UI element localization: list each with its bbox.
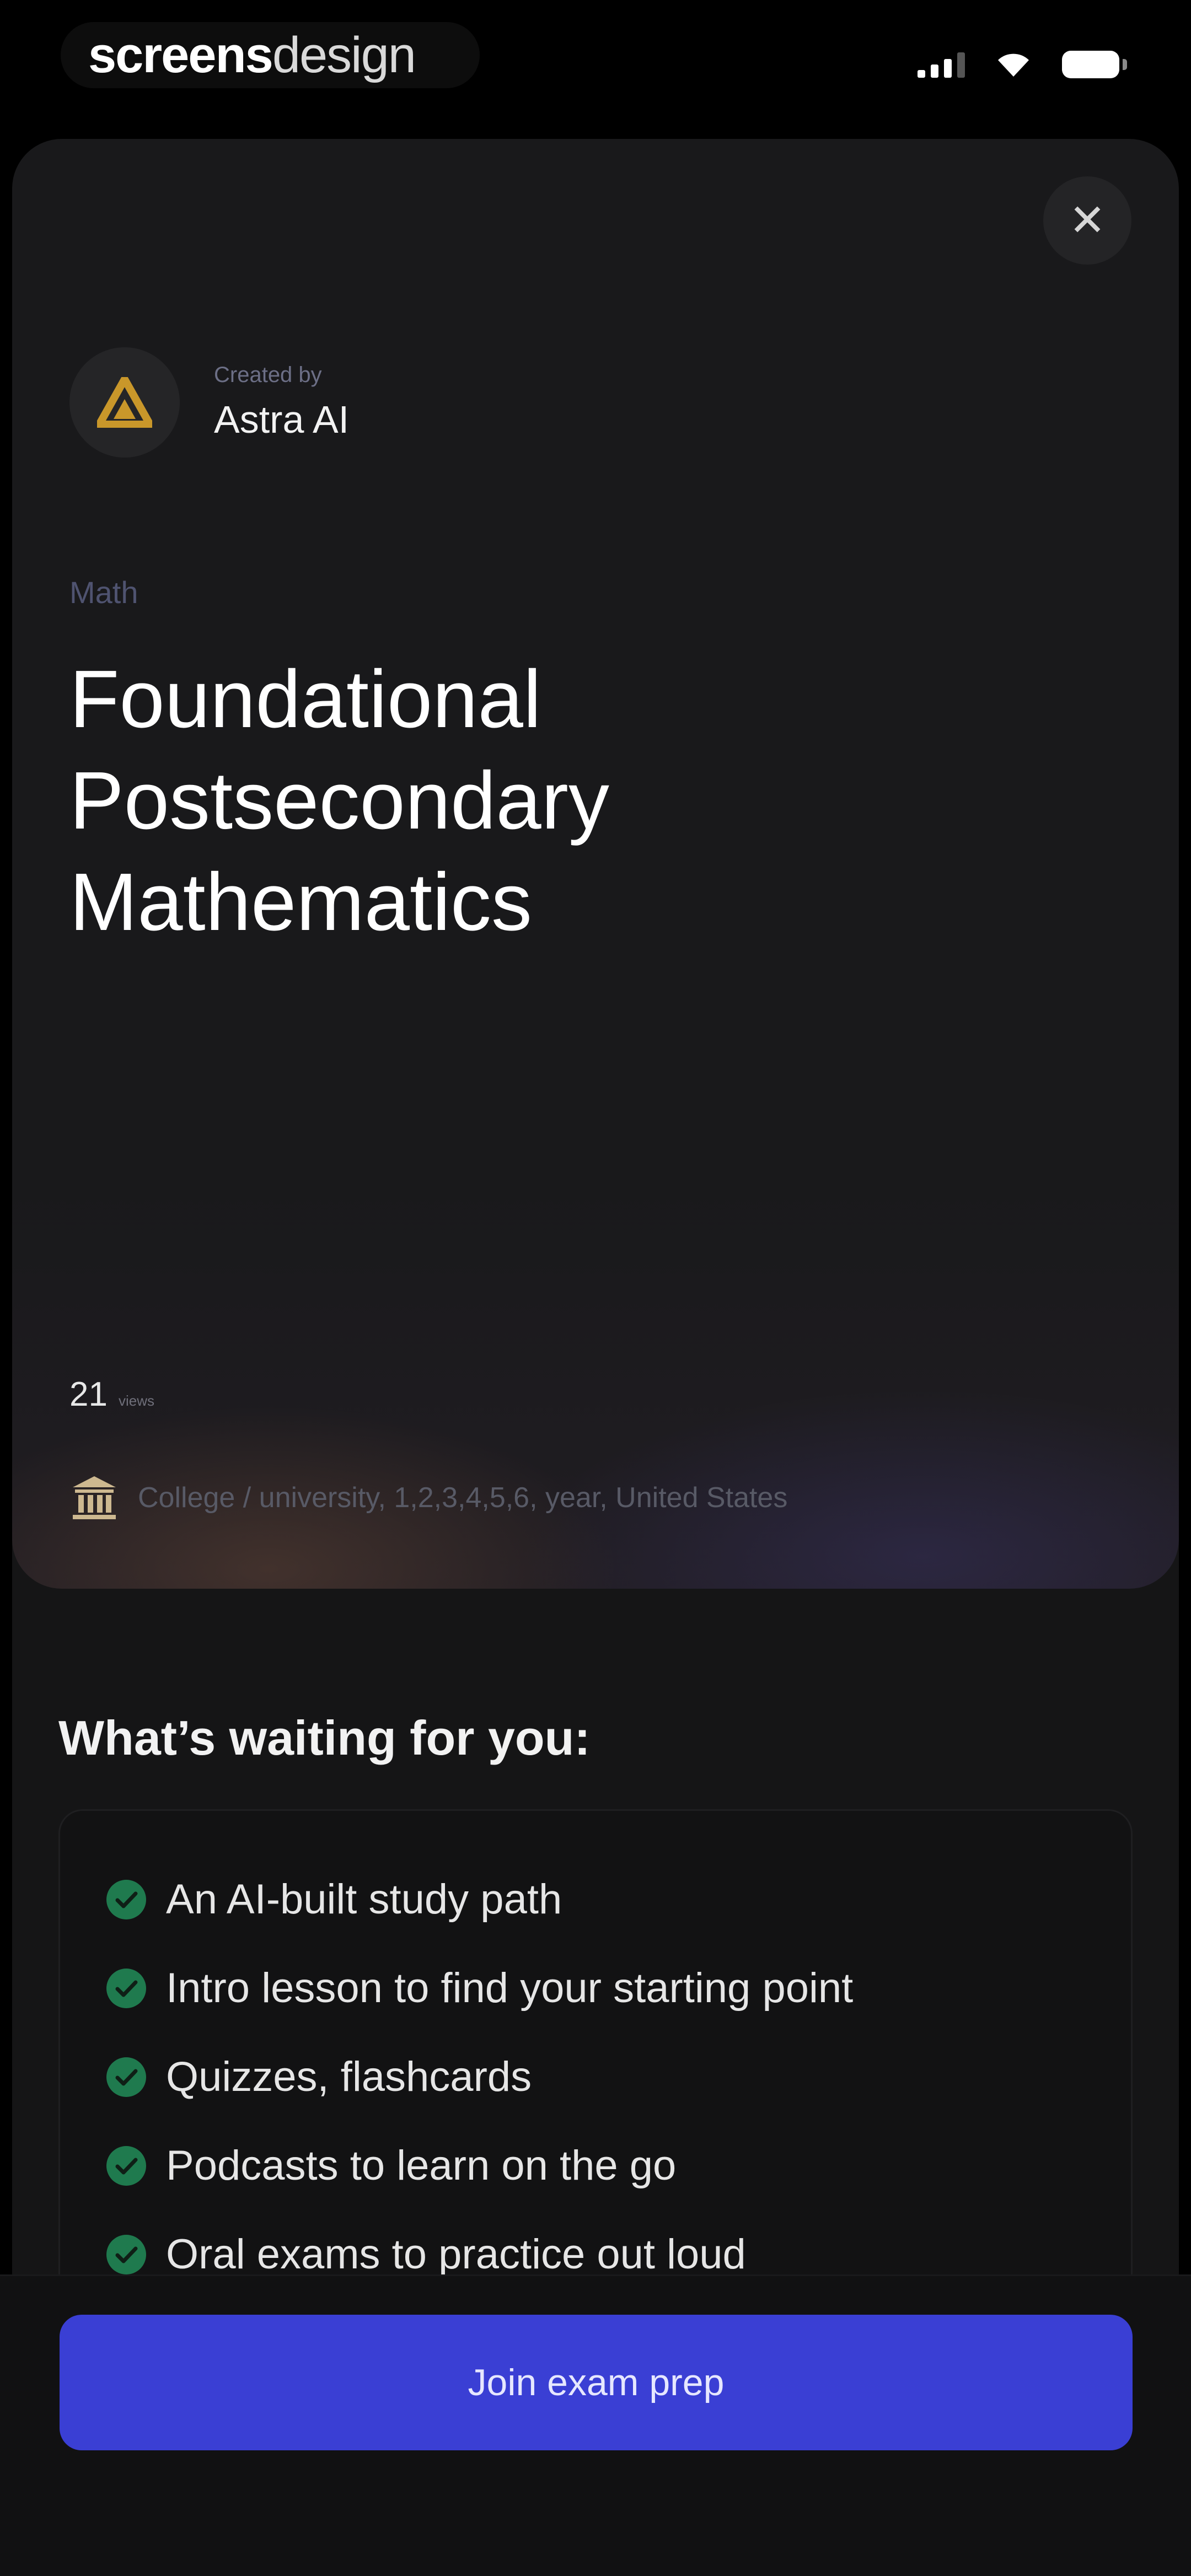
- feature-item: Podcasts to learn on the go: [104, 2121, 1131, 2210]
- features-heading: What’s waiting for you:: [58, 1711, 591, 1765]
- close-button[interactable]: ✕: [1043, 176, 1131, 265]
- status-icons: [918, 51, 1127, 78]
- feature-item-label: Oral exams to practice out loud: [166, 2231, 746, 2278]
- feature-item: Quizzes, flashcards: [104, 2032, 1131, 2121]
- creator-block: Created by Astra AI: [69, 347, 349, 458]
- battery-icon: [1062, 51, 1127, 78]
- created-by-label: Created by: [214, 363, 322, 387]
- check-circle-icon: [106, 2057, 146, 2097]
- institution-icon: [73, 1476, 116, 1519]
- wifi-icon: [998, 53, 1029, 77]
- feature-list: An AI-built study path Intro lesson to fi…: [60, 1811, 1131, 2299]
- feature-item-label: Intro lesson to find your starting point: [166, 1965, 854, 2012]
- feature-item-label: An AI-built study path: [166, 1876, 562, 1923]
- feature-item: Intro lesson to find your starting point: [104, 1944, 1131, 2032]
- bottom-action-bar: Join exam prep: [0, 2274, 1191, 2576]
- astra-logo-icon: [97, 377, 152, 428]
- course-hero-card: ✕ Created by Astra AI Math Foundational …: [12, 139, 1179, 1589]
- logo-light-text: design: [272, 26, 416, 83]
- count-label: views: [118, 1392, 154, 1409]
- count-value: 21: [69, 1375, 108, 1413]
- check-circle-icon: [106, 1879, 146, 1919]
- avatar: [69, 347, 180, 458]
- feature-item-label: Quizzes, flashcards: [166, 2053, 532, 2100]
- hero-gradient: [12, 1186, 1179, 1589]
- subject-label: Math: [69, 575, 138, 610]
- feature-item: An AI-built study path: [104, 1855, 1131, 1944]
- check-circle-icon: [106, 2145, 146, 2186]
- close-icon: ✕: [1069, 196, 1106, 245]
- join-exam-prep-button[interactable]: Join exam prep: [60, 2315, 1133, 2450]
- creator-text: Created by Astra AI: [214, 361, 349, 444]
- status-bar: screens design: [0, 0, 1191, 132]
- course-title: Foundational Postsecondary Mathematics: [69, 654, 609, 948]
- check-circle-icon: [106, 1968, 146, 2008]
- creator-name: Astra AI: [214, 398, 350, 441]
- course-sheet: ✕ Created by Astra AI Math Foundational …: [12, 139, 1179, 2574]
- course-meta-text: College / university, 1,2,3,4,5,6, year,…: [138, 1482, 788, 1514]
- feature-item-label: Podcasts to learn on the go: [166, 2142, 677, 2189]
- view-count: 21 views: [69, 1375, 154, 1414]
- screensdesign-logo: screens design: [61, 22, 480, 88]
- signal-icon: [918, 51, 965, 78]
- course-meta: College / university, 1,2,3,4,5,6, year,…: [69, 1473, 787, 1523]
- logo-bold-text: screens: [88, 26, 273, 83]
- check-circle-icon: [106, 2234, 146, 2274]
